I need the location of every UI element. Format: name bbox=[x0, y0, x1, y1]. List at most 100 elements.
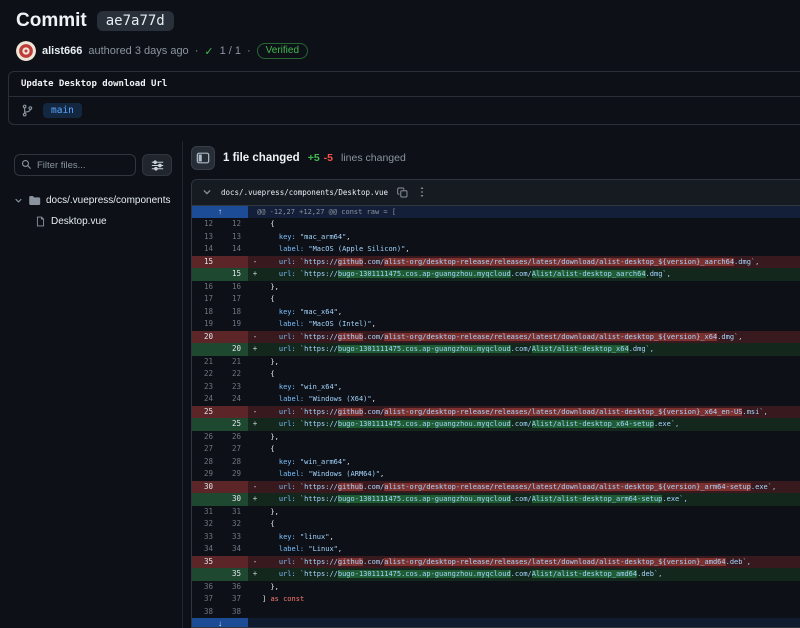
new-line-number[interactable]: 30 bbox=[220, 493, 248, 506]
new-line-number[interactable]: 33 bbox=[220, 531, 248, 544]
new-line-number[interactable]: 26 bbox=[220, 431, 248, 444]
code-segment: `https:// bbox=[300, 558, 338, 566]
branch-label[interactable]: main bbox=[43, 103, 82, 118]
code-segment: { bbox=[262, 370, 275, 378]
old-line-number[interactable] bbox=[192, 418, 220, 431]
old-line-number[interactable]: 30 bbox=[192, 481, 220, 494]
new-line-number[interactable]: 16 bbox=[220, 281, 248, 294]
old-line-number[interactable]: 28 bbox=[192, 456, 220, 469]
old-line-number[interactable]: 37 bbox=[192, 593, 220, 606]
new-line-number[interactable]: 21 bbox=[220, 356, 248, 369]
old-line-number[interactable]: 34 bbox=[192, 543, 220, 556]
checks-count[interactable]: 1 / 1 bbox=[220, 45, 241, 57]
code-segment: alist-org/desktop-release/releases/lates… bbox=[384, 558, 725, 566]
new-line-number[interactable]: 17 bbox=[220, 293, 248, 306]
new-line-number[interactable]: 31 bbox=[220, 506, 248, 519]
commit-message-box: Update Desktop download Url main bbox=[8, 71, 800, 125]
code-line: url: `https://bugo-1301111475.cos.ap-gua… bbox=[262, 568, 800, 581]
old-line-number[interactable]: 20 bbox=[192, 331, 220, 344]
new-line-number[interactable]: 24 bbox=[220, 393, 248, 406]
old-line-number[interactable] bbox=[192, 493, 220, 506]
new-line-number[interactable]: 20 bbox=[220, 343, 248, 356]
old-line-number[interactable]: 33 bbox=[192, 531, 220, 544]
file-path[interactable]: docs/.vuepress/components/Desktop.vue bbox=[221, 188, 388, 197]
tree-file-row[interactable]: Desktop.vue bbox=[14, 211, 172, 232]
filter-files-input[interactable] bbox=[14, 154, 136, 176]
old-line-number[interactable] bbox=[192, 343, 220, 356]
collapse-file-chevron-icon[interactable] bbox=[202, 187, 212, 197]
tree-folder-row[interactable]: docs/.vuepress/components bbox=[14, 190, 172, 211]
new-line-number[interactable]: 27 bbox=[220, 443, 248, 456]
new-line-number[interactable]: 38 bbox=[220, 606, 248, 619]
new-line-number[interactable]: 29 bbox=[220, 468, 248, 481]
diff-marker: - bbox=[248, 256, 262, 269]
copy-path-button[interactable] bbox=[397, 187, 408, 198]
old-line-number[interactable]: 38 bbox=[192, 606, 220, 619]
old-line-number[interactable]: 36 bbox=[192, 581, 220, 594]
diff-line-ctx: 1919 label: "MacOS (Intel)", bbox=[192, 318, 800, 331]
old-line-number[interactable]: 23 bbox=[192, 381, 220, 394]
new-line-number[interactable]: 34 bbox=[220, 543, 248, 556]
new-line-number[interactable]: 25 bbox=[220, 418, 248, 431]
new-line-number[interactable] bbox=[220, 331, 248, 344]
new-line-number[interactable]: 15 bbox=[220, 268, 248, 281]
new-line-number[interactable]: 18 bbox=[220, 306, 248, 319]
new-line-number[interactable]: 37 bbox=[220, 593, 248, 606]
sidebar-toggle-button[interactable] bbox=[191, 146, 215, 170]
old-line-number[interactable]: 18 bbox=[192, 306, 220, 319]
new-line-number[interactable]: 35 bbox=[220, 568, 248, 581]
code-segment: { bbox=[262, 220, 275, 228]
new-line-number[interactable] bbox=[220, 256, 248, 269]
code-segment: label: bbox=[279, 395, 304, 403]
old-line-number[interactable]: 12 bbox=[192, 218, 220, 231]
new-line-number[interactable]: 32 bbox=[220, 518, 248, 531]
verified-badge[interactable]: Verified bbox=[257, 43, 308, 59]
kebab-menu-icon bbox=[417, 186, 427, 198]
diff-marker bbox=[248, 581, 262, 594]
diff-line-del: 20- url: `https://github.com/alist-org/d… bbox=[192, 331, 800, 344]
code-segment: , bbox=[380, 470, 384, 478]
expand-down-button[interactable]: ↓ bbox=[192, 618, 248, 628]
old-line-number[interactable]: 24 bbox=[192, 393, 220, 406]
new-line-number[interactable]: 36 bbox=[220, 581, 248, 594]
new-line-number[interactable] bbox=[220, 556, 248, 569]
old-line-number[interactable]: 26 bbox=[192, 431, 220, 444]
new-line-number[interactable] bbox=[220, 481, 248, 494]
code-segment: Alist/alist-desktop_arm64-setup bbox=[532, 495, 663, 503]
old-line-number[interactable]: 19 bbox=[192, 318, 220, 331]
new-line-number[interactable] bbox=[220, 406, 248, 419]
code-segment: , bbox=[329, 533, 333, 541]
code-segment: `https:// bbox=[300, 333, 338, 341]
filter-options-button[interactable] bbox=[142, 154, 172, 176]
diff-line-ctx: 2727 { bbox=[192, 443, 800, 456]
file-options-button[interactable] bbox=[417, 186, 427, 198]
code-segment: bugo-1301111475.cos.ap-guangzhou.myqclou… bbox=[338, 270, 511, 278]
old-line-number[interactable]: 13 bbox=[192, 231, 220, 244]
old-line-number[interactable]: 21 bbox=[192, 356, 220, 369]
expand-up-button[interactable]: ↑ bbox=[192, 206, 248, 219]
author-link[interactable]: alist666 bbox=[42, 45, 82, 57]
old-line-number[interactable]: 17 bbox=[192, 293, 220, 306]
new-line-number[interactable]: 23 bbox=[220, 381, 248, 394]
old-line-number[interactable] bbox=[192, 568, 220, 581]
old-line-number[interactable]: 32 bbox=[192, 518, 220, 531]
old-line-number[interactable]: 29 bbox=[192, 468, 220, 481]
avatar[interactable] bbox=[16, 41, 36, 61]
old-line-number[interactable]: 25 bbox=[192, 406, 220, 419]
old-line-number[interactable]: 35 bbox=[192, 556, 220, 569]
old-line-number[interactable]: 27 bbox=[192, 443, 220, 456]
new-line-number[interactable]: 14 bbox=[220, 243, 248, 256]
old-line-number[interactable]: 14 bbox=[192, 243, 220, 256]
old-line-number[interactable]: 31 bbox=[192, 506, 220, 519]
code-segment bbox=[262, 233, 279, 241]
new-line-number[interactable]: 12 bbox=[220, 218, 248, 231]
new-line-number[interactable]: 22 bbox=[220, 368, 248, 381]
old-line-number[interactable]: 16 bbox=[192, 281, 220, 294]
new-line-number[interactable]: 28 bbox=[220, 456, 248, 469]
new-line-number[interactable]: 13 bbox=[220, 231, 248, 244]
old-line-number[interactable]: 15 bbox=[192, 256, 220, 269]
old-line-number[interactable]: 22 bbox=[192, 368, 220, 381]
check-icon: ✓ bbox=[204, 45, 213, 58]
new-line-number[interactable]: 19 bbox=[220, 318, 248, 331]
old-line-number[interactable] bbox=[192, 268, 220, 281]
